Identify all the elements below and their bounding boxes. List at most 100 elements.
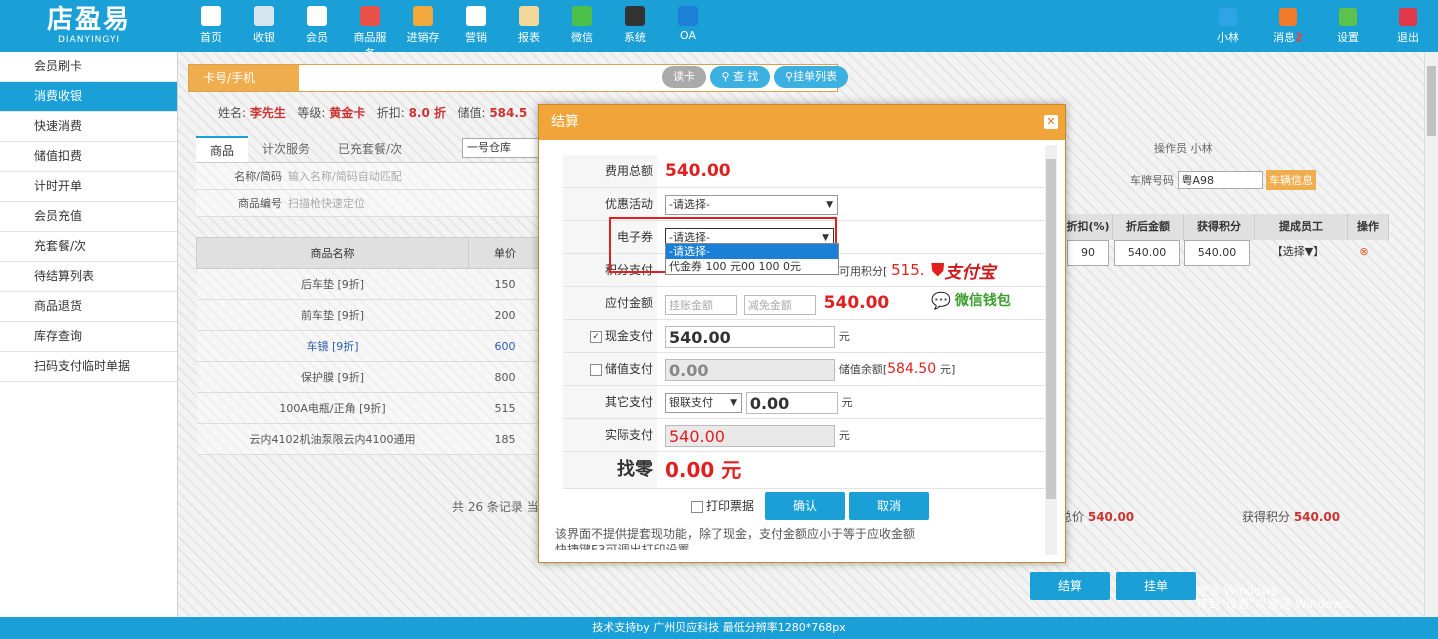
delete-icon[interactable]: ⊗ — [1344, 240, 1384, 264]
filter-input[interactable]: 扫描枪快速定位 — [282, 197, 365, 210]
credit-amount-input[interactable]: 挂账金额 — [665, 294, 737, 315]
oa-icon — [678, 6, 698, 26]
sidebar-item[interactable]: 会员刷卡 — [0, 52, 177, 82]
table-row[interactable]: 车镜 [9折] 600 — [196, 330, 542, 362]
promo-select[interactable]: -请选择- ▼ — [665, 194, 838, 215]
hang-list-button[interactable]: ⚲挂单列表 — [774, 66, 848, 88]
points-available-label: 可用积分[ — [839, 265, 888, 278]
nav-item-6[interactable]: 报表 — [508, 0, 550, 52]
sidebar-item[interactable]: 扫码支付临时单据 — [0, 352, 177, 382]
card-label: 卡号/手机 — [189, 65, 299, 91]
sidebar-item[interactable]: 快速消费 — [0, 112, 177, 142]
filter-input[interactable]: 输入名称/简码自动匹配 — [282, 170, 402, 183]
member-discount-label: 折扣: — [376, 106, 405, 120]
product-tab[interactable]: 计次服务 — [248, 136, 324, 162]
hang-button[interactable]: 挂单 — [1116, 572, 1196, 600]
other-method-select[interactable]: 银联支付 ▼ — [665, 392, 742, 413]
row-total: 费用总额 540.00 — [563, 155, 1045, 188]
cash-checkbox[interactable]: ✓ — [589, 330, 602, 343]
table-row[interactable]: 保护膜 [9折] 800 — [196, 361, 542, 393]
sidebar-item[interactable]: 充套餐/次 — [0, 232, 177, 262]
coupon-option[interactable]: -请选择- — [666, 244, 838, 259]
earn-label: 获得积分 — [1241, 510, 1290, 524]
settlement-dialog: 结算 ✕ 费用总额 540.00 优惠活动 -请选择- ▼ 电子券 -请选择- ▼ … — [538, 104, 1066, 563]
row-actual: 实际支付 540.00 元 — [563, 419, 1045, 452]
table-row[interactable]: 云内4102机油泵限云内4100通用 185 — [196, 423, 542, 455]
table-row[interactable]: 前车垫 [9折] 200 — [196, 299, 542, 331]
nav-item-1[interactable]: 收银 — [243, 0, 285, 52]
main-nav: 首页 收银 会员 商品服务进销存 营销 报表 微信 系统 OA — [190, 0, 720, 60]
order-discount[interactable]: 90 — [1067, 240, 1109, 266]
goods-name: 100A电瓶/正角 [9折] — [196, 392, 469, 424]
user-nav-label: 设置 — [1337, 31, 1359, 44]
dialog-scroll-thumb[interactable] — [1046, 159, 1056, 499]
staff-select[interactable]: 【选择▼】 — [1252, 240, 1344, 264]
watermark-line-2: 转到"设置"以激活 Windows。 — [1196, 597, 1361, 611]
read-card-button[interactable]: 读卡 — [662, 66, 706, 88]
stored-checkbox[interactable] — [589, 363, 602, 376]
user-nav-item-0[interactable]: 小林 — [1198, 0, 1258, 52]
record-count: 共 26 条记录 当 — [452, 500, 539, 514]
goods-name: 云内4102机油泵限云内4100通用 — [196, 423, 469, 455]
cash-input[interactable]: 540.00 — [665, 325, 835, 348]
nav-item-3[interactable]: 商品服务 — [349, 0, 391, 60]
warehouse-select[interactable]: 一号仓库 — [462, 138, 546, 158]
nav-label: 报表 — [518, 31, 540, 44]
cancel-button[interactable]: 取消 — [849, 492, 929, 520]
sidebar-item[interactable]: 待结算列表 — [0, 262, 177, 292]
dialog-note: 该界面不提供提套现功能，除了现金，支付金额应小于等于应收金额 快捷键F3可调出打… — [555, 526, 915, 550]
user-nav-label: 退出 — [1397, 31, 1419, 44]
inventory-icon — [413, 6, 433, 26]
product-tab[interactable]: 已充套餐/次 — [324, 136, 416, 162]
sidebar-item[interactable]: 库存查询 — [0, 322, 177, 352]
report-icon — [519, 6, 539, 26]
member-level-label: 等级: — [297, 106, 326, 120]
search-button[interactable]: ⚲ 查 找 — [710, 66, 770, 88]
order-points[interactable]: 540.00 — [1184, 240, 1250, 266]
plate-select[interactable]: 粤A98 — [1177, 171, 1263, 189]
order-amount[interactable]: 540.00 — [1114, 240, 1180, 266]
wechat-icon — [572, 6, 592, 26]
stored-input[interactable]: 0.00 — [665, 358, 835, 381]
sidebar-item[interactable]: 消费收银 — [0, 82, 177, 112]
other-pay-input[interactable]: 0.00 — [745, 391, 838, 414]
alipay-logo: ⛊ 支付宝 — [931, 257, 996, 283]
other-unit: 元 — [841, 396, 853, 409]
car-info-button[interactable]: 车辆信息 — [1266, 170, 1316, 190]
nav-item-8[interactable]: 系统 — [614, 0, 656, 52]
user-nav-item-1[interactable]: 消息2 — [1258, 0, 1318, 52]
sidebar-item[interactable]: 储值扣费 — [0, 142, 177, 172]
user-nav-item-2[interactable]: 设置 — [1318, 0, 1378, 52]
dialog-scrollbar[interactable] — [1045, 145, 1057, 555]
confirm-button[interactable]: 确认 — [765, 492, 845, 520]
waive-amount-input[interactable]: 减免金额 — [743, 294, 816, 315]
nav-item-0[interactable]: 首页 — [190, 0, 232, 52]
coupon-option[interactable]: 代金券 100 元00 100 0元 — [666, 259, 838, 274]
order-row: 90 540.00 540.00 【选择▼】 ⊗ — [1064, 240, 1414, 266]
sidebar-item[interactable]: 商品退货 — [0, 292, 177, 322]
nav-item-7[interactable]: 微信 — [561, 0, 603, 52]
user-nav-item-3[interactable]: 退出 — [1378, 0, 1438, 52]
nav-item-9[interactable]: OA — [667, 0, 709, 52]
user-nav-label: 消息 — [1273, 31, 1296, 44]
sidebar-item[interactable]: 计时开单 — [0, 172, 177, 202]
table-row[interactable]: 后车垫 [9折] 150 — [196, 268, 542, 300]
member-discount: 8.0 折 — [408, 106, 446, 120]
close-icon[interactable]: ✕ — [1044, 115, 1058, 129]
table-row[interactable]: 100A电瓶/正角 [9折] 515 — [196, 392, 542, 424]
product-tab[interactable]: 商品 — [196, 136, 249, 162]
nav-item-2[interactable]: 会员 — [296, 0, 338, 52]
nav-item-4[interactable]: 进销存 — [402, 0, 444, 52]
page-scrollbar[interactable] — [1424, 52, 1438, 617]
nav-label: 会员 — [306, 31, 328, 44]
nav-label: OA — [680, 29, 696, 42]
nav-label: 微信 — [571, 31, 593, 44]
nav-item-5[interactable]: 营销 — [455, 0, 497, 52]
print-checkbox[interactable] — [691, 500, 703, 513]
settle-button[interactable]: 结算 — [1030, 572, 1110, 600]
sidebar-item[interactable]: 会员充值 — [0, 202, 177, 232]
actual-unit: 元 — [838, 429, 850, 442]
operator-value: 小林 — [1190, 142, 1213, 155]
page-scroll-thumb[interactable] — [1427, 66, 1436, 136]
note-line-1: 该界面不提供提套现功能，除了现金，支付金额应小于等于应收金额 — [555, 527, 916, 541]
